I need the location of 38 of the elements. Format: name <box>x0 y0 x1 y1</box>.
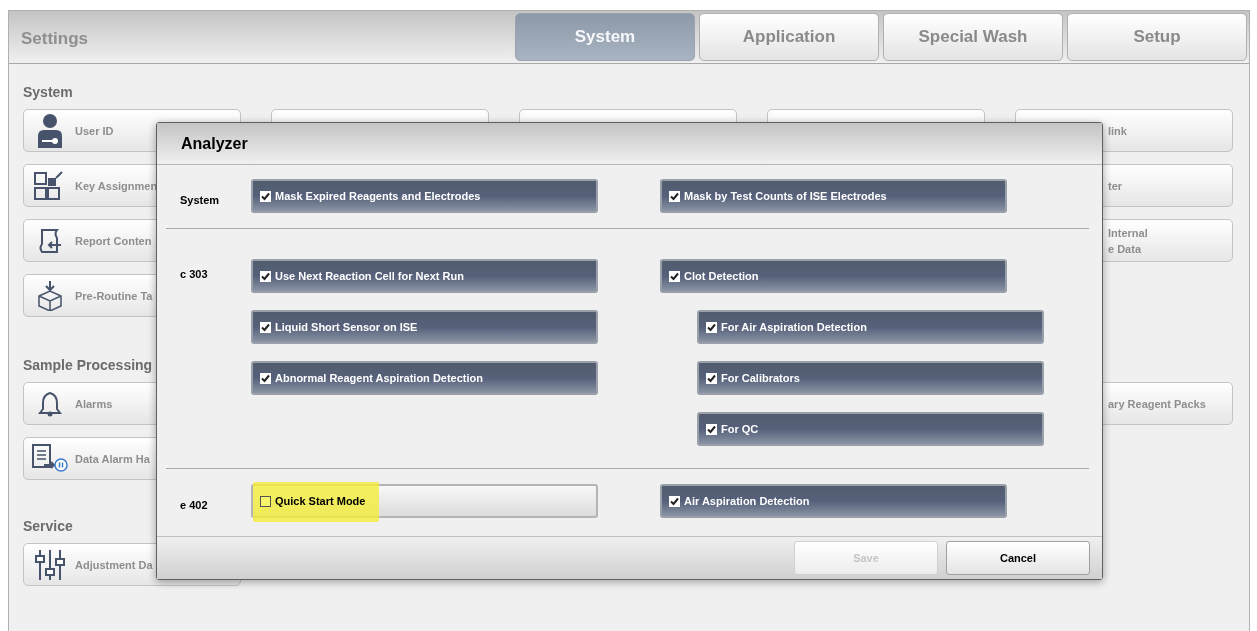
checkbox[interactable] <box>260 190 271 202</box>
tab[interactable]: Application <box>699 13 879 61</box>
checkbox[interactable] <box>260 321 271 333</box>
checkbox[interactable] <box>260 495 271 507</box>
option-toggle[interactable]: Abnormal Reagent Aspiration Detection <box>251 361 598 395</box>
option-toggle[interactable]: Air Aspiration Detection <box>660 484 1007 518</box>
checkbox[interactable] <box>669 495 680 507</box>
user-key-icon <box>36 113 63 148</box>
section-heading: Service <box>23 517 74 536</box>
option-toggle[interactable]: For QC <box>697 412 1044 446</box>
checkbox[interactable] <box>706 321 717 333</box>
checkbox[interactable] <box>669 190 680 202</box>
option-toggle[interactable]: For Calibrators <box>697 361 1044 395</box>
checkbox[interactable] <box>706 372 717 384</box>
option-toggle[interactable]: For Air Aspiration Detection <box>697 310 1044 344</box>
section-heading: System <box>23 83 74 102</box>
option-toggle[interactable]: Mask by Test Counts of ISE Electrodes <box>660 179 1007 213</box>
checkbox[interactable] <box>706 423 717 435</box>
checkbox[interactable] <box>260 270 271 282</box>
section-heading: Sample Processing <box>23 356 154 375</box>
page-title: Settings <box>21 28 89 50</box>
section-label: e 402 <box>179 497 209 513</box>
tab[interactable]: Special Wash <box>883 13 1063 61</box>
tab[interactable]: Setup <box>1067 13 1247 61</box>
option-toggle[interactable]: Mask Expired Reagents and Electrodes <box>251 179 598 213</box>
checkbox[interactable] <box>669 270 680 282</box>
section-label: System <box>179 192 221 208</box>
tab[interactable]: System <box>515 13 695 61</box>
sliders-icon <box>34 548 65 581</box>
option-toggle[interactable]: Use Next Reaction Cell for Next Run <box>251 259 598 293</box>
box-arrow-icon <box>36 280 63 311</box>
document-pause-icon <box>31 443 68 474</box>
bell-icon <box>37 390 62 417</box>
checkbox[interactable] <box>260 372 271 384</box>
option-toggle[interactable]: Liquid Short Sensor on ISE <box>251 310 598 344</box>
option-toggle[interactable]: Clot Detection <box>660 259 1007 293</box>
dialog-button[interactable]: Cancel <box>946 541 1090 575</box>
grid-arrow-icon <box>33 170 66 201</box>
